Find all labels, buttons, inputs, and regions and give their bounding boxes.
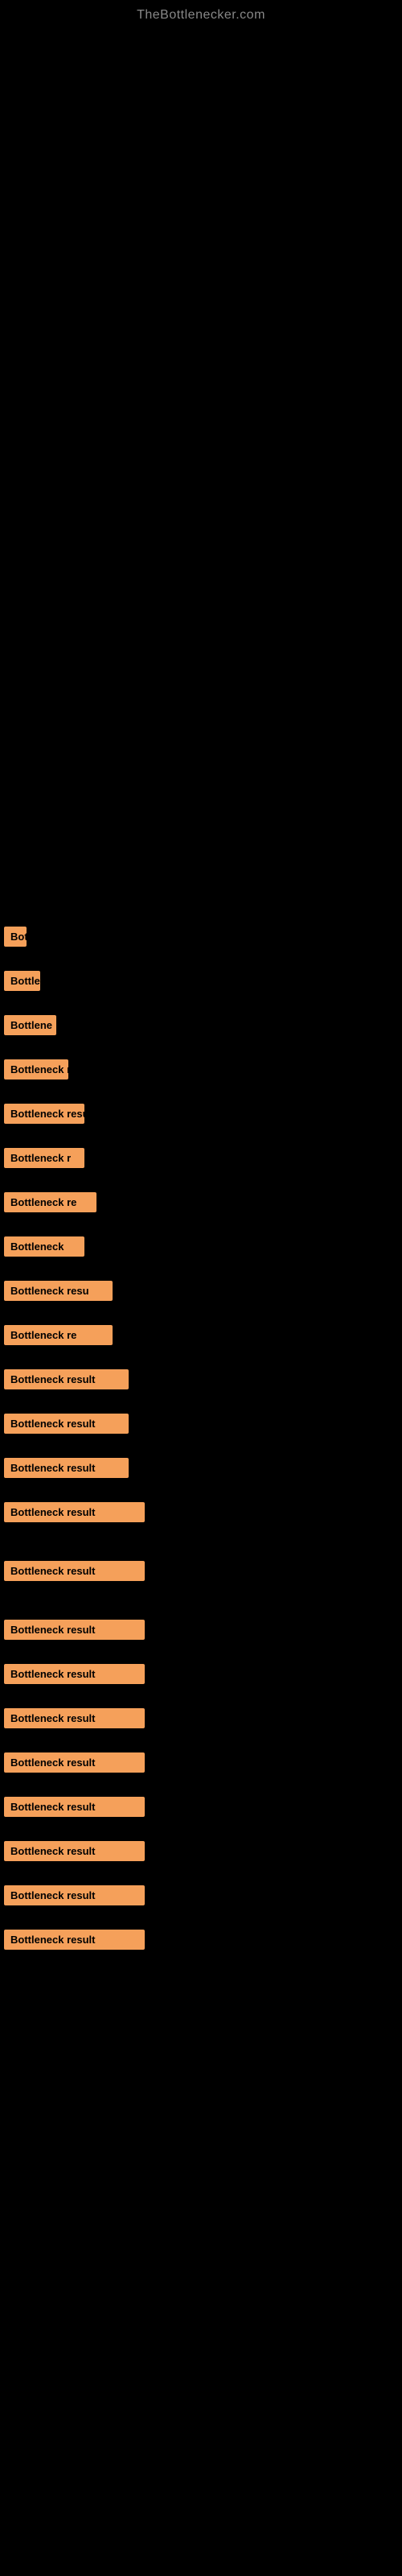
bottleneck-label-14[interactable]: Bottleneck result (4, 1502, 145, 1522)
bottleneck-label-21[interactable]: Bottleneck result (4, 1841, 145, 1861)
bottleneck-label-3[interactable]: Bottlene (4, 1015, 56, 1035)
bottleneck-item-19: Bottleneck result (0, 1746, 402, 1779)
bottleneck-item-13: Bottleneck result (0, 1451, 402, 1484)
bottleneck-item-23: Bottleneck result (0, 1923, 402, 1956)
bottleneck-item-16: Bottleneck result (0, 1613, 402, 1646)
bottleneck-item-3: Bottlene (0, 1009, 402, 1042)
bottleneck-item-2: Bottleneck (0, 964, 402, 997)
bottleneck-item-21: Bottleneck result (0, 1835, 402, 1868)
site-title: TheBottlenecker.com (0, 0, 402, 27)
bottleneck-item-4: Bottleneck r (0, 1053, 402, 1086)
bottleneck-label-18[interactable]: Bottleneck result (4, 1708, 145, 1728)
bottleneck-item-9: Bottleneck resu (0, 1274, 402, 1307)
bottleneck-item-20: Bottleneck result (0, 1790, 402, 1823)
bottleneck-label-2[interactable]: Bottleneck (4, 971, 40, 991)
bottleneck-label-13[interactable]: Bottleneck result (4, 1458, 129, 1478)
bottleneck-label-10[interactable]: Bottleneck re (4, 1325, 113, 1345)
bottleneck-item-10: Bottleneck re (0, 1319, 402, 1352)
bottleneck-label-1[interactable]: Bottl (4, 927, 27, 947)
bottleneck-label-7[interactable]: Bottleneck re (4, 1192, 96, 1212)
bottleneck-label-19[interactable]: Bottleneck result (4, 1752, 145, 1773)
bottleneck-label-5[interactable]: Bottleneck resu (4, 1104, 84, 1124)
bottleneck-label-8[interactable]: Bottleneck (4, 1236, 84, 1257)
bottleneck-label-4[interactable]: Bottleneck r (4, 1059, 68, 1080)
bottleneck-label-22[interactable]: Bottleneck result (4, 1885, 145, 1905)
bottleneck-item-11: Bottleneck result (0, 1363, 402, 1396)
bottleneck-results-container: Bottl Bottleneck Bottlene Bottleneck r B… (0, 912, 402, 1966)
bottleneck-label-20[interactable]: Bottleneck result (4, 1797, 145, 1817)
bottleneck-item-18: Bottleneck result (0, 1702, 402, 1735)
bottleneck-label-11[interactable]: Bottleneck result (4, 1369, 129, 1389)
bottleneck-item-1: Bottl (0, 920, 402, 953)
bottleneck-item-8: Bottleneck (0, 1230, 402, 1263)
bottleneck-label-23[interactable]: Bottleneck result (4, 1930, 145, 1950)
bottleneck-item-7: Bottleneck re (0, 1186, 402, 1219)
bottleneck-item-15: Bottleneck result (0, 1554, 402, 1587)
bottleneck-item-17: Bottleneck result (0, 1657, 402, 1690)
bottleneck-label-16[interactable]: Bottleneck result (4, 1620, 145, 1640)
bottleneck-item-12: Bottleneck result (0, 1407, 402, 1440)
bottleneck-label-15[interactable]: Bottleneck result (4, 1561, 145, 1581)
bottleneck-label-17[interactable]: Bottleneck result (4, 1664, 145, 1684)
bottleneck-item-22: Bottleneck result (0, 1879, 402, 1912)
bottleneck-label-9[interactable]: Bottleneck resu (4, 1281, 113, 1301)
bottleneck-label-12[interactable]: Bottleneck result (4, 1414, 129, 1434)
bottleneck-item-5: Bottleneck resu (0, 1097, 402, 1130)
chart-area (0, 27, 402, 912)
bottleneck-item-6: Bottleneck r (0, 1141, 402, 1174)
bottleneck-item-14: Bottleneck result (0, 1496, 402, 1529)
bottleneck-label-6[interactable]: Bottleneck r (4, 1148, 84, 1168)
